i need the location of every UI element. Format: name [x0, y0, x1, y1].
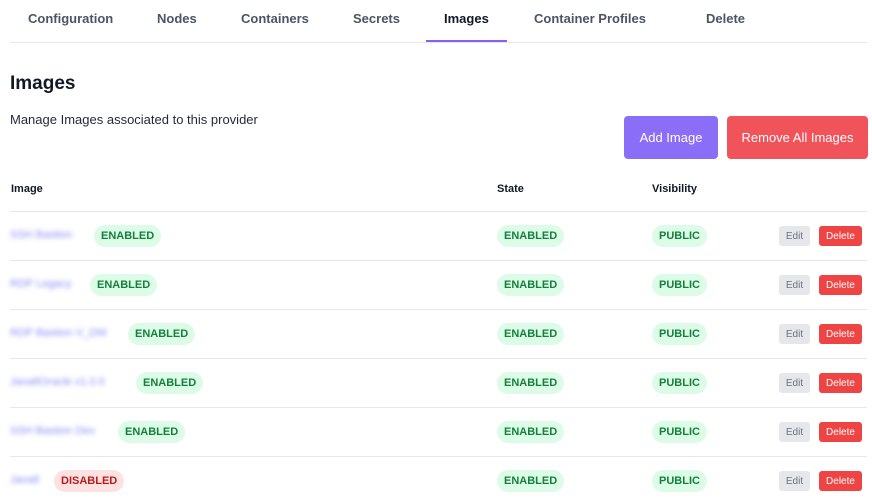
tab-bar: Configuration Nodes Containers Secrets I…	[10, 0, 867, 43]
state-badge: ENABLED	[497, 372, 565, 394]
active-tab-indicator	[426, 40, 507, 42]
state-badge: ENABLED	[497, 225, 565, 247]
add-image-button[interactable]: Add Image	[624, 116, 718, 159]
remove-all-images-button[interactable]: Remove All Images	[727, 116, 868, 159]
edit-button[interactable]: Edit	[779, 275, 810, 295]
visibility-badge: PUBLIC	[652, 372, 707, 394]
image-name-link[interactable]: Java8	[10, 474, 39, 486]
visibility-badge: PUBLIC	[652, 274, 707, 296]
delete-button[interactable]: Delete	[819, 275, 862, 295]
tab-delete[interactable]: Delete	[706, 11, 745, 26]
image-name-link[interactable]: SSH Bastion Dev	[10, 425, 95, 437]
edit-button[interactable]: Edit	[779, 373, 810, 393]
delete-button[interactable]: Delete	[819, 324, 862, 344]
image-name-link[interactable]: Java8Oracle v1.0.0	[10, 376, 105, 388]
image-status-badge: DISABLED	[54, 470, 125, 492]
tab-container-profiles[interactable]: Container Profiles	[534, 11, 646, 26]
state-badge: ENABLED	[497, 470, 565, 492]
table-row: SSH Bastion Dev ENABLED ENABLED PUBLIC Edit D…	[10, 407, 867, 456]
image-status-badge: ENABLED	[94, 225, 162, 247]
visibility-badge: PUBLIC	[652, 323, 707, 345]
delete-button[interactable]: Delete	[819, 422, 862, 442]
tab-secrets[interactable]: Secrets	[353, 11, 400, 26]
image-status-badge: ENABLED	[136, 372, 204, 394]
table-row: Java8 DISABLED ENABLED PUBLIC Edit Delete	[10, 456, 867, 503]
state-badge: ENABLED	[497, 323, 565, 345]
edit-button[interactable]: Edit	[779, 422, 810, 442]
table-row: SSH Bastion ENABLED ENABLED PUBLIC Edit Delet…	[10, 211, 867, 260]
image-name-link[interactable]: RDP Bastion V_DM	[10, 327, 106, 339]
image-status-badge: ENABLED	[118, 421, 186, 443]
tab-images[interactable]: Images	[444, 11, 489, 26]
table-row: RDP Legacy ENABLED ENABLED PUBLIC Edit Delete	[10, 260, 867, 309]
column-header-visibility: Visibility	[652, 183, 698, 195]
visibility-badge: PUBLIC	[652, 421, 707, 443]
delete-button[interactable]: Delete	[819, 471, 862, 491]
delete-button[interactable]: Delete	[819, 373, 862, 393]
image-status-badge: ENABLED	[128, 323, 196, 345]
column-header-image: Image	[11, 183, 43, 195]
tab-configuration[interactable]: Configuration	[28, 11, 113, 26]
edit-button[interactable]: Edit	[779, 324, 810, 344]
image-name-link[interactable]: RDP Legacy	[10, 278, 72, 290]
tab-containers[interactable]: Containers	[241, 11, 309, 26]
visibility-badge: PUBLIC	[652, 225, 707, 247]
edit-button[interactable]: Edit	[779, 471, 810, 491]
page-description: Manage Images associated to this provide…	[10, 112, 258, 127]
table-row: RDP Bastion V_DM ENABLED ENABLED PUBLIC Edit…	[10, 309, 867, 358]
state-badge: ENABLED	[497, 274, 565, 296]
delete-button[interactable]: Delete	[819, 226, 862, 246]
tab-nodes[interactable]: Nodes	[157, 11, 197, 26]
table-row: Java8Oracle v1.0.0 ENABLED ENABLED PUBLIC Ed…	[10, 358, 867, 407]
image-status-badge: ENABLED	[90, 274, 158, 296]
column-header-state: State	[497, 183, 524, 195]
visibility-badge: PUBLIC	[652, 470, 707, 492]
edit-button[interactable]: Edit	[779, 226, 810, 246]
image-name-link[interactable]: SSH Bastion	[10, 229, 72, 241]
page-title: Images	[10, 73, 76, 94]
state-badge: ENABLED	[497, 421, 565, 443]
